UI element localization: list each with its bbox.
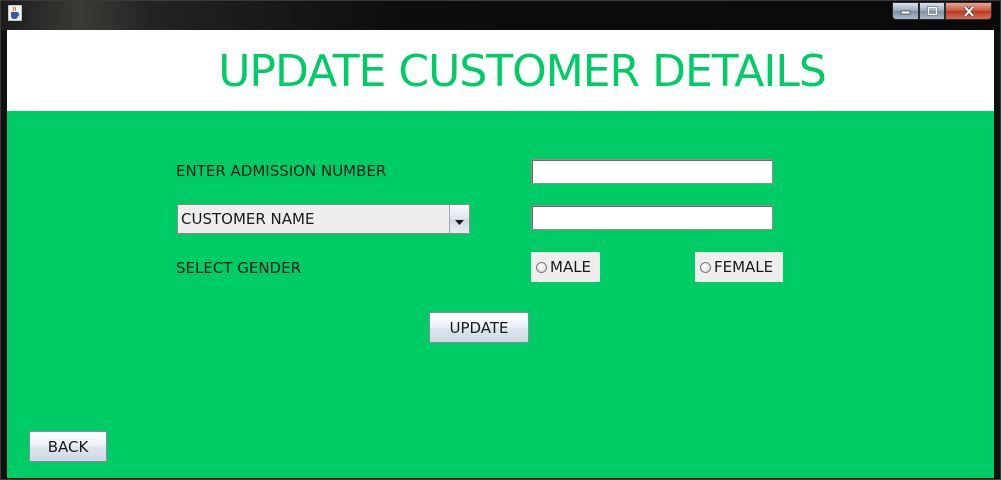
page-title: UPDATE CUSTOMER DETAILS xyxy=(218,46,827,97)
application-window: UPDATE CUSTOMER DETAILS ENTER ADMISSION … xyxy=(0,0,1001,480)
content-panel: UPDATE CUSTOMER DETAILS ENTER ADMISSION … xyxy=(7,30,994,478)
customer-name-field[interactable] xyxy=(531,205,773,230)
close-icon xyxy=(963,5,975,17)
gender-male-radio[interactable]: MALE xyxy=(531,252,600,282)
dropdown-selected-value: CUSTOMER NAME xyxy=(181,210,315,228)
header-panel: UPDATE CUSTOMER DETAILS xyxy=(7,30,994,111)
close-button[interactable] xyxy=(945,2,992,20)
gender-label: SELECT GENDER xyxy=(176,259,302,277)
minimize-button[interactable] xyxy=(892,2,919,20)
radio-circle-icon xyxy=(536,261,547,273)
update-button[interactable]: UPDATE xyxy=(429,312,529,343)
gender-female-label: FEMALE xyxy=(714,258,774,276)
admission-number-field[interactable] xyxy=(531,159,773,184)
chevron-down-icon xyxy=(455,210,464,229)
gender-male-label: MALE xyxy=(550,258,592,276)
back-button[interactable]: BACK xyxy=(29,431,107,462)
admission-number-label: ENTER ADMISSION NUMBER xyxy=(176,162,387,180)
maximize-icon xyxy=(926,6,938,16)
radio-circle-icon xyxy=(700,261,711,273)
customer-field-dropdown[interactable]: CUSTOMER NAME xyxy=(177,204,470,234)
dropdown-arrow-button[interactable] xyxy=(449,205,469,233)
gender-female-radio[interactable]: FEMALE xyxy=(695,252,783,282)
title-bar[interactable] xyxy=(1,1,1000,31)
minimize-icon xyxy=(900,7,911,15)
java-cup-icon xyxy=(7,4,23,22)
maximize-button[interactable] xyxy=(919,2,945,20)
